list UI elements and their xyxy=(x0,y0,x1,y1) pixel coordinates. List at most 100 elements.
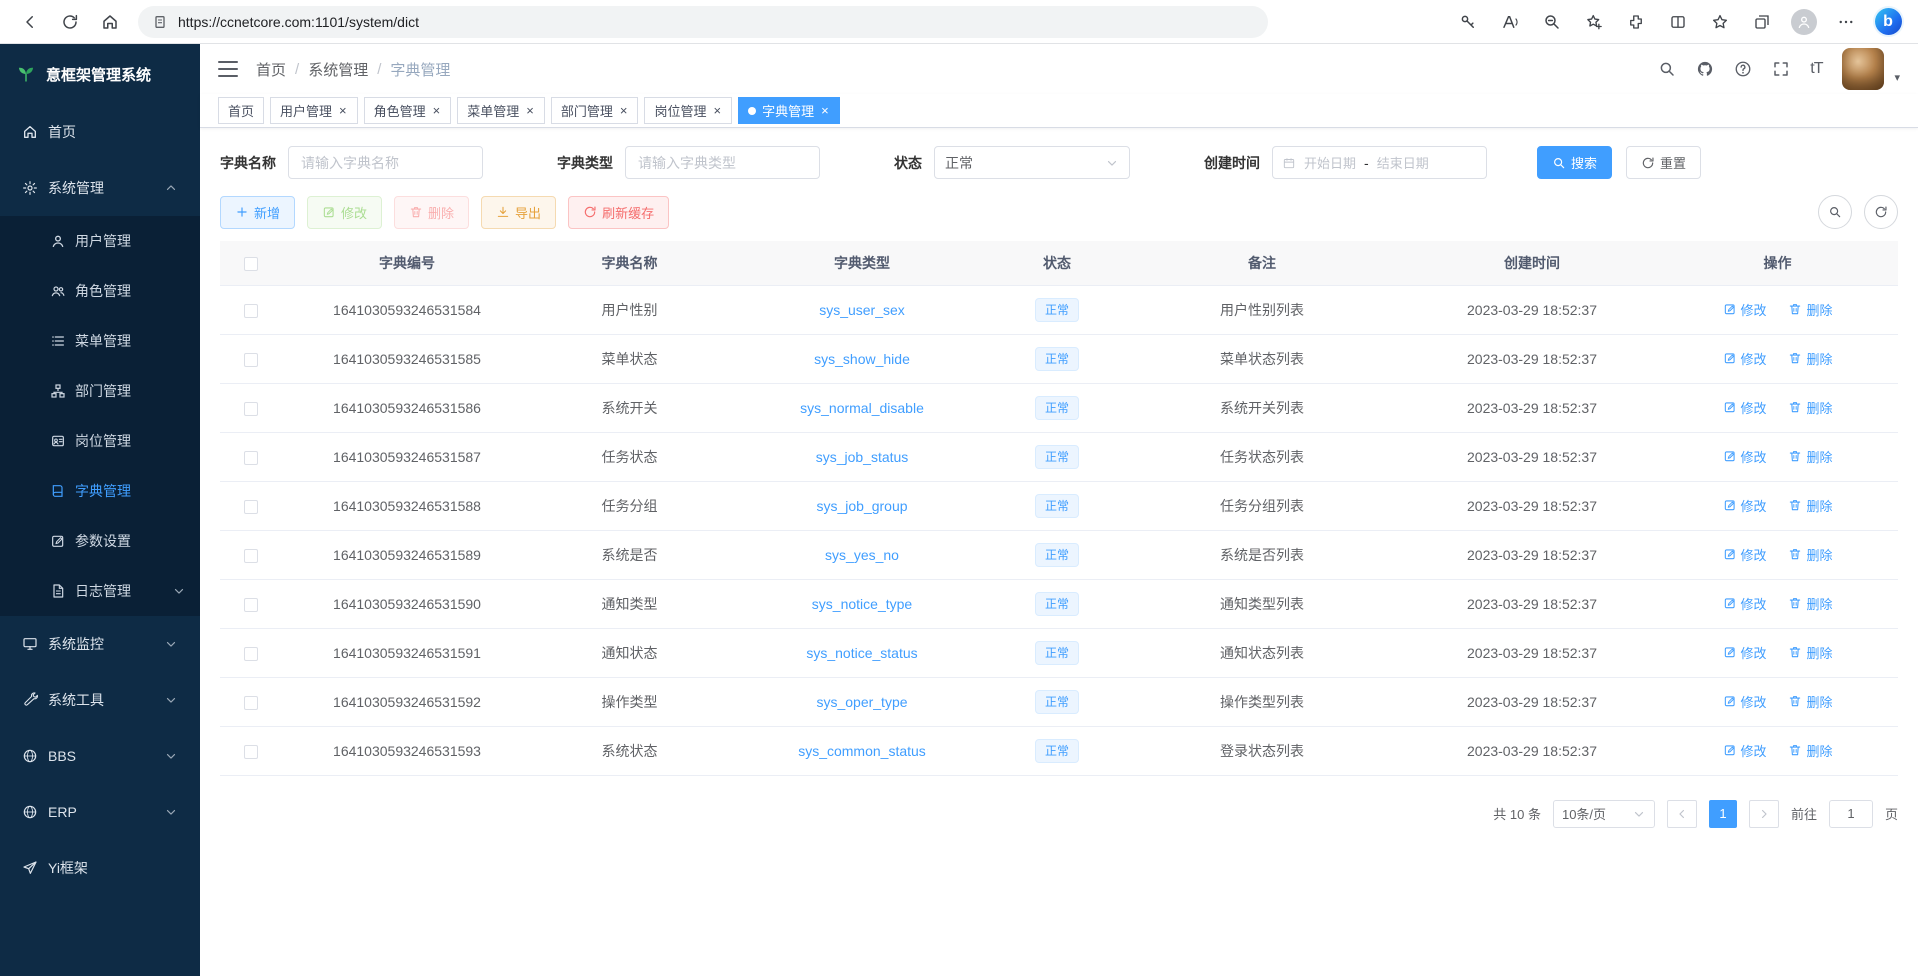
row-checkbox[interactable] xyxy=(244,402,258,416)
edit-row-link[interactable]: 修改 xyxy=(1723,594,1767,613)
goto-page-input[interactable] xyxy=(1829,800,1873,828)
tab-menu-management[interactable]: 菜单管理× xyxy=(457,97,545,124)
edit-row-link[interactable]: 修改 xyxy=(1723,398,1767,417)
dict-type-link[interactable]: sys_user_sex xyxy=(819,302,905,318)
delete-row-link[interactable]: 删除 xyxy=(1788,692,1832,711)
refresh-cache-button[interactable]: 刷新缓存 xyxy=(568,196,669,229)
sidebar-item-home[interactable]: 首页 xyxy=(0,104,200,160)
dict-name-input[interactable] xyxy=(288,146,483,179)
delete-button[interactable]: 删除 xyxy=(394,196,469,229)
address-bar[interactable]: https://ccnetcore.com:1101/system/dict xyxy=(138,6,1268,38)
row-checkbox[interactable] xyxy=(244,451,258,465)
close-icon[interactable]: × xyxy=(432,104,442,117)
app-logo[interactable]: 意框架管理系统 xyxy=(0,44,200,104)
sidebar-item-post-management[interactable]: 岗位管理 xyxy=(0,416,200,466)
read-aloud-icon[interactable] xyxy=(1492,5,1528,39)
delete-row-link[interactable]: 删除 xyxy=(1788,594,1832,613)
export-button[interactable]: 导出 xyxy=(481,196,556,229)
extensions-icon[interactable] xyxy=(1618,5,1654,39)
edit-row-link[interactable]: 修改 xyxy=(1723,545,1767,564)
edit-row-link[interactable]: 修改 xyxy=(1723,741,1767,760)
dict-type-link[interactable]: sys_oper_type xyxy=(816,694,907,710)
sidebar-toggle-button[interactable] xyxy=(218,61,238,77)
browser-profile-button[interactable] xyxy=(1786,5,1822,39)
sidebar-item-system-monitor[interactable]: 系统监控 xyxy=(0,616,200,672)
page-size-select[interactable]: 10条/页 xyxy=(1553,800,1655,828)
select-all-checkbox[interactable] xyxy=(244,257,258,271)
tab-dict-management[interactable]: 字典管理× xyxy=(738,97,840,124)
edit-button[interactable]: 修改 xyxy=(307,196,382,229)
row-checkbox[interactable] xyxy=(244,696,258,710)
tab-dept-management[interactable]: 部门管理× xyxy=(551,97,639,124)
tab-post-management[interactable]: 岗位管理× xyxy=(644,97,732,124)
collections-icon[interactable] xyxy=(1744,5,1780,39)
dict-type-input[interactable] xyxy=(625,146,820,179)
header-search-icon[interactable] xyxy=(1658,60,1676,78)
dict-type-link[interactable]: sys_job_group xyxy=(816,498,907,514)
breadcrumb-system[interactable]: 系统管理 xyxy=(308,59,368,80)
avatar-caret-icon[interactable]: ▾ xyxy=(1894,71,1900,90)
close-icon[interactable]: × xyxy=(712,104,722,117)
edit-row-link[interactable]: 修改 xyxy=(1723,643,1767,662)
edit-row-link[interactable]: 修改 xyxy=(1723,300,1767,319)
dict-type-link[interactable]: sys_common_status xyxy=(798,743,926,759)
sidebar-item-system-management[interactable]: 系统管理 xyxy=(0,160,200,216)
add-favorite-icon[interactable] xyxy=(1576,5,1612,39)
search-button[interactable]: 搜索 xyxy=(1537,146,1612,179)
status-select[interactable]: 正常 xyxy=(934,146,1130,179)
dict-type-link[interactable]: sys_normal_disable xyxy=(800,400,924,416)
user-avatar[interactable] xyxy=(1842,48,1884,90)
sidebar-item-yi-framework[interactable]: Yi框架 xyxy=(0,840,200,896)
close-icon[interactable]: × xyxy=(619,104,629,117)
next-page-button[interactable] xyxy=(1749,800,1779,828)
tab-home[interactable]: 首页 xyxy=(218,97,264,124)
delete-row-link[interactable]: 删除 xyxy=(1788,300,1832,319)
sidebar-item-erp[interactable]: ERP xyxy=(0,784,200,840)
github-icon[interactable] xyxy=(1696,60,1714,78)
split-screen-icon[interactable] xyxy=(1660,5,1696,39)
sidebar-item-dict-management[interactable]: 字典管理 xyxy=(0,466,200,516)
add-button[interactable]: 新增 xyxy=(220,196,295,229)
sidebar-item-user-management[interactable]: 用户管理 xyxy=(0,216,200,266)
sidebar-item-role-management[interactable]: 角色管理 xyxy=(0,266,200,316)
delete-row-link[interactable]: 删除 xyxy=(1788,741,1832,760)
row-checkbox[interactable] xyxy=(244,745,258,759)
zoom-icon[interactable] xyxy=(1534,5,1570,39)
close-icon[interactable]: × xyxy=(338,104,348,117)
sidebar-item-menu-management[interactable]: 菜单管理 xyxy=(0,316,200,366)
close-icon[interactable]: × xyxy=(525,104,535,117)
refresh-table-button[interactable] xyxy=(1864,195,1898,229)
row-checkbox[interactable] xyxy=(244,598,258,612)
row-checkbox[interactable] xyxy=(244,500,258,514)
dict-type-link[interactable]: sys_notice_status xyxy=(806,645,917,661)
edit-row-link[interactable]: 修改 xyxy=(1723,349,1767,368)
sidebar-item-bbs[interactable]: BBS xyxy=(0,728,200,784)
prev-page-button[interactable] xyxy=(1667,800,1697,828)
delete-row-link[interactable]: 删除 xyxy=(1788,545,1832,564)
breadcrumb-home[interactable]: 首页 xyxy=(256,59,286,80)
browser-refresh-button[interactable] xyxy=(52,5,88,39)
copilot-button[interactable]: b xyxy=(1870,5,1906,39)
delete-row-link[interactable]: 删除 xyxy=(1788,643,1832,662)
row-checkbox[interactable] xyxy=(244,647,258,661)
toggle-search-button[interactable] xyxy=(1818,195,1852,229)
tab-user-management[interactable]: 用户管理× xyxy=(270,97,358,124)
row-checkbox[interactable] xyxy=(244,304,258,318)
fullscreen-icon[interactable] xyxy=(1772,60,1790,78)
password-key-icon[interactable] xyxy=(1450,5,1486,39)
sidebar-item-param-settings[interactable]: 参数设置 xyxy=(0,516,200,566)
date-range-picker[interactable]: 开始日期 - 结束日期 xyxy=(1272,146,1487,179)
sidebar-item-log-management[interactable]: 日志管理 xyxy=(0,566,200,616)
row-checkbox[interactable] xyxy=(244,353,258,367)
delete-row-link[interactable]: 删除 xyxy=(1788,398,1832,417)
dict-type-link[interactable]: sys_job_status xyxy=(816,449,909,465)
sidebar-item-system-tools[interactable]: 系统工具 xyxy=(0,672,200,728)
font-size-icon[interactable]: tT xyxy=(1810,60,1822,78)
browser-home-button[interactable] xyxy=(92,5,128,39)
row-checkbox[interactable] xyxy=(244,549,258,563)
delete-row-link[interactable]: 删除 xyxy=(1788,496,1832,515)
browser-menu-button[interactable] xyxy=(1828,5,1864,39)
dict-type-link[interactable]: sys_yes_no xyxy=(825,547,899,563)
help-icon[interactable] xyxy=(1734,60,1752,78)
delete-row-link[interactable]: 删除 xyxy=(1788,349,1832,368)
